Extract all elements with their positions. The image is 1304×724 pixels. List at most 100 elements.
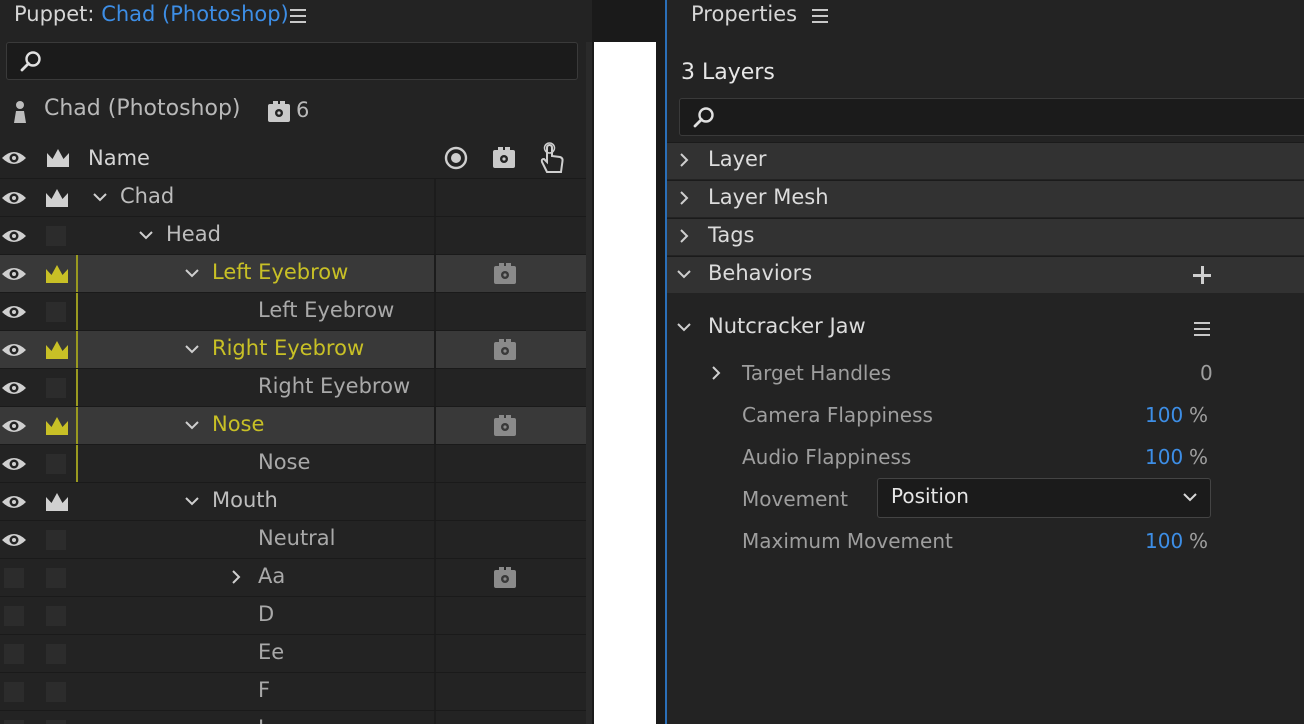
layer-row[interactable]: Neutral	[0, 520, 592, 559]
origin-toggle-box[interactable]	[46, 530, 66, 550]
origin-toggle-box[interactable]	[46, 606, 66, 626]
layer-row[interactable]: L	[0, 710, 592, 724]
layer-row[interactable]: Ee	[0, 634, 592, 673]
layer-row[interactable]: D	[0, 596, 592, 635]
audio-flappiness-value[interactable]: 100	[1145, 445, 1183, 469]
layer-row[interactable]: Aa	[0, 558, 592, 597]
column-separator	[434, 445, 436, 483]
column-separator	[434, 331, 436, 369]
add-behavior-plus-icon[interactable]	[1191, 264, 1213, 286]
chevron-down-icon[interactable]	[136, 225, 156, 245]
behavior-menu-icon[interactable]	[1194, 322, 1210, 336]
column-separator	[434, 673, 436, 711]
maximum-movement-value[interactable]: 100	[1145, 529, 1183, 553]
layer-row[interactable]: Left Eyebrow	[0, 292, 592, 331]
record-column-target-icon[interactable]	[444, 146, 468, 174]
layer-row[interactable]: Head	[0, 216, 592, 255]
origin-toggle-box[interactable]	[46, 226, 66, 246]
visibility-column-eye-icon[interactable]	[0, 148, 28, 172]
layer-name: Chad	[120, 184, 175, 208]
layer-name: Ee	[258, 640, 285, 664]
chevron-right-icon	[675, 151, 693, 173]
layer-name: Mouth	[212, 488, 278, 512]
search-icon	[19, 50, 43, 74]
puppet-search-input[interactable]	[47, 43, 571, 81]
layer-row[interactable]: Nose	[0, 406, 592, 445]
chevron-down-icon[interactable]	[182, 491, 202, 511]
properties-panel: Properties 3 Layers Layer Layer Mesh Tag…	[667, 0, 1304, 724]
layer-row[interactable]: Chad	[0, 178, 592, 217]
section-layer-mesh-title: Layer Mesh	[708, 185, 829, 209]
column-separator	[434, 597, 436, 635]
name-column-header[interactable]: Name	[88, 146, 150, 170]
column-separator	[434, 179, 436, 217]
chevron-down-icon[interactable]	[182, 263, 202, 283]
column-separator	[434, 711, 436, 724]
layer-behaviors-icon[interactable]	[492, 338, 518, 366]
chevron-right-icon	[675, 227, 693, 249]
column-separator	[434, 255, 436, 293]
properties-search-field[interactable]	[679, 98, 1304, 137]
search-icon	[692, 106, 716, 130]
origin-crown-icon[interactable]	[43, 186, 71, 214]
layer-name: Neutral	[258, 526, 336, 550]
layer-name: Left Eyebrow	[258, 298, 395, 322]
section-layer[interactable]: Layer	[667, 142, 1304, 179]
layer-row[interactable]: Right Eyebrow	[0, 330, 592, 369]
behaviors-column-icon[interactable]	[491, 146, 517, 174]
origin-crown-icon[interactable]	[43, 262, 71, 290]
puppet-panel-menu-icon[interactable]	[290, 9, 306, 23]
origin-crown-icon[interactable]	[43, 414, 71, 442]
puppet-search-field[interactable]	[6, 42, 578, 81]
movement-label: Movement	[742, 487, 848, 511]
chevron-down-icon[interactable]	[182, 415, 202, 435]
layer-name: F	[258, 678, 271, 702]
maximum-movement-unit: %	[1189, 529, 1209, 553]
chevron-down-icon	[675, 265, 693, 287]
layer-row[interactable]: Right Eyebrow	[0, 368, 592, 407]
section-layer-mesh[interactable]: Layer Mesh	[667, 180, 1304, 217]
layers-count: 3 Layers	[681, 60, 775, 85]
handles-column-hand-icon[interactable]	[538, 142, 566, 180]
origin-crown-icon[interactable]	[43, 338, 71, 366]
visibility-toggle-box[interactable]	[4, 682, 24, 702]
properties-search-input[interactable]	[720, 99, 1304, 137]
column-separator	[434, 559, 436, 597]
chevron-right-icon	[675, 189, 693, 211]
origin-toggle-box[interactable]	[46, 682, 66, 702]
chevron-right-icon[interactable]	[226, 567, 246, 587]
properties-panel-menu-icon[interactable]	[812, 9, 828, 23]
scene-canvas[interactable]	[594, 42, 656, 724]
puppet-title-link[interactable]: Chad (Photoshop)	[101, 2, 289, 26]
layer-row[interactable]: Nose	[0, 444, 592, 483]
layer-row[interactable]: F	[0, 672, 592, 711]
origin-toggle-box[interactable]	[46, 720, 66, 724]
chevron-down-icon[interactable]	[675, 318, 693, 340]
puppet-name: Chad (Photoshop)	[44, 96, 241, 121]
visibility-toggle-box[interactable]	[4, 720, 24, 724]
layer-row[interactable]: Mouth	[0, 482, 592, 521]
section-behaviors[interactable]: Behaviors	[667, 256, 1304, 293]
movement-dropdown[interactable]: Position	[877, 478, 1211, 518]
layer-behaviors-icon[interactable]	[492, 262, 518, 290]
origin-toggle-box[interactable]	[46, 378, 66, 398]
chevron-down-icon[interactable]	[90, 187, 110, 207]
origin-toggle-box[interactable]	[46, 644, 66, 664]
layer-row[interactable]: Left Eyebrow	[0, 254, 592, 293]
target-handles-value: 0	[1200, 361, 1213, 385]
visibility-toggle-box[interactable]	[4, 644, 24, 664]
origin-crown-icon[interactable]	[43, 490, 71, 518]
camera-flappiness-value[interactable]: 100	[1145, 403, 1183, 427]
origin-toggle-box[interactable]	[46, 568, 66, 588]
chevron-down-icon[interactable]	[182, 339, 202, 359]
visibility-toggle-box[interactable]	[4, 606, 24, 626]
section-tags[interactable]: Tags	[667, 218, 1304, 255]
layer-behaviors-icon[interactable]	[492, 566, 518, 594]
chevron-right-icon[interactable]	[707, 364, 725, 386]
visibility-toggle-box[interactable]	[4, 568, 24, 588]
camera-flappiness-unit: %	[1189, 403, 1209, 427]
origin-toggle-box[interactable]	[46, 454, 66, 474]
origin-toggle-box[interactable]	[46, 302, 66, 322]
layer-behaviors-icon[interactable]	[492, 414, 518, 442]
origin-column-crown-icon[interactable]	[44, 146, 72, 174]
